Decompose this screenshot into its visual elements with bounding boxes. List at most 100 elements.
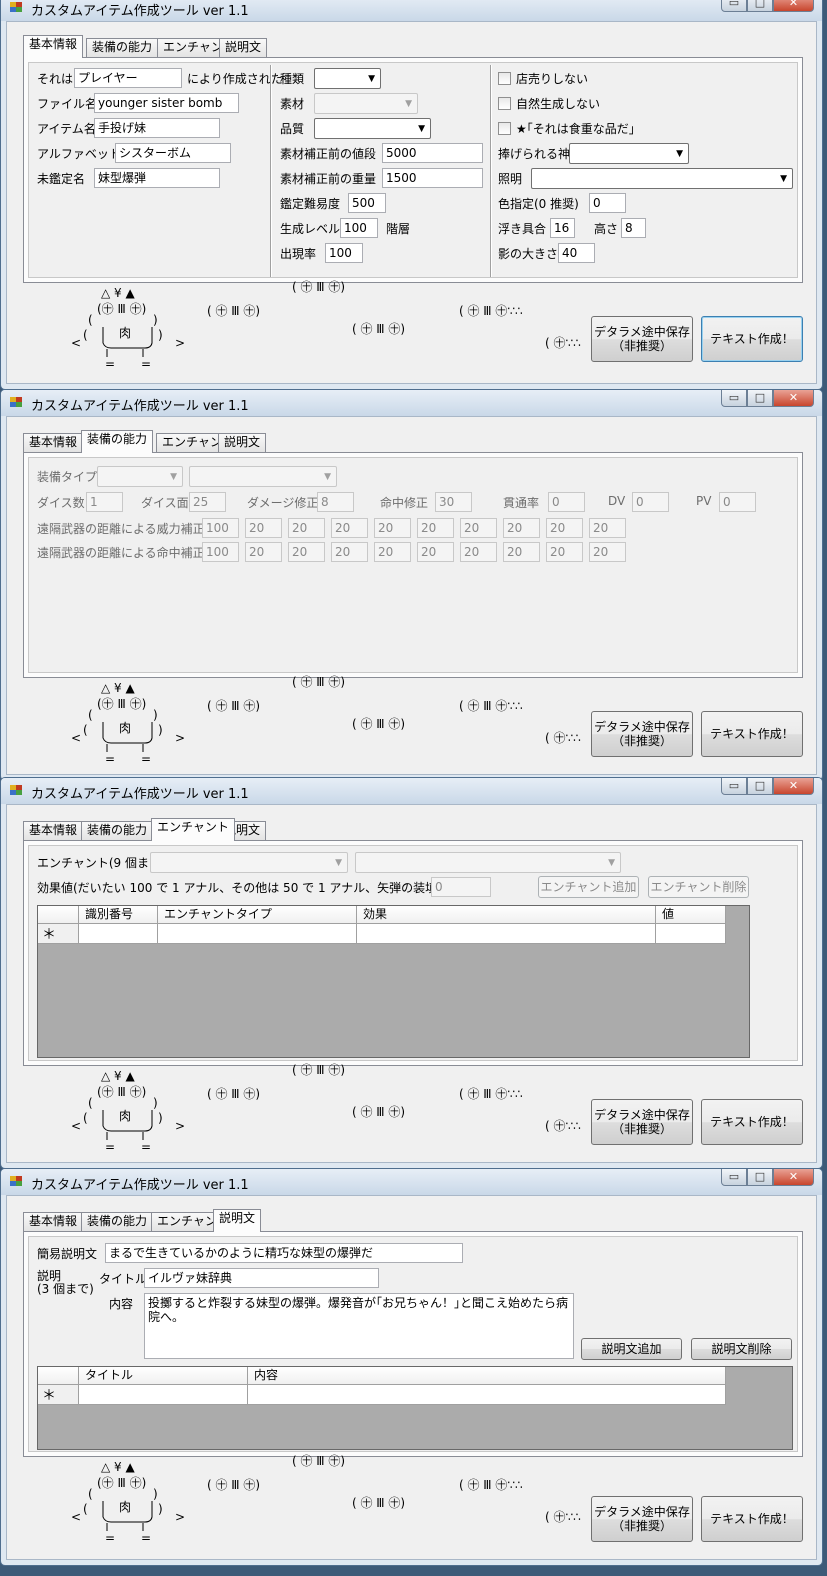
- title-bar[interactable]: カスタムアイテム作成ツール ver 1.1 ▭ □ ✕: [1, 778, 822, 804]
- enchant-grid[interactable]: 識別番号 エンチャントタイプ 効果 値 ＊: [37, 905, 750, 1058]
- god-dropdown[interactable]: ▼: [569, 143, 689, 164]
- range-hit-field[interactable]: 20: [460, 542, 497, 562]
- enchant-delete-button[interactable]: エンチャント削除: [648, 876, 749, 898]
- range-hit-field[interactable]: 20: [546, 542, 583, 562]
- tab-description[interactable]: 説明文: [218, 433, 267, 452]
- description-grid[interactable]: タイトル 内容 ＊: [37, 1366, 793, 1450]
- material-dropdown[interactable]: ▼: [314, 93, 418, 114]
- minimize-icon[interactable]: ▭: [721, 390, 747, 407]
- equip-subtype-dropdown[interactable]: ▼: [189, 466, 337, 487]
- range-power-field[interactable]: 20: [460, 518, 497, 538]
- grid-cell[interactable]: [357, 924, 656, 944]
- tab-basic-info[interactable]: 基本情報: [23, 433, 84, 452]
- range-power-field[interactable]: 20: [374, 518, 411, 538]
- pv-field[interactable]: 0: [719, 492, 756, 512]
- range-hit-field[interactable]: 20: [589, 542, 626, 562]
- range-power-field[interactable]: 20: [417, 518, 454, 538]
- pierce-field[interactable]: 0: [548, 492, 585, 512]
- light-dropdown[interactable]: ▼: [531, 168, 793, 189]
- grid-cell[interactable]: [158, 924, 357, 944]
- equip-type-dropdown[interactable]: ▼: [97, 466, 183, 487]
- tab-enchant[interactable]: エンチャント: [151, 818, 235, 841]
- hit-mod-field[interactable]: 30: [435, 492, 472, 512]
- tab-equip-ability[interactable]: 装備の能力: [81, 430, 154, 453]
- maximize-icon[interactable]: □: [747, 0, 773, 12]
- damage-mod-field[interactable]: 8: [317, 492, 354, 512]
- range-hit-field[interactable]: 20: [245, 542, 282, 562]
- range-power-field[interactable]: 20: [288, 518, 325, 538]
- desc-content-field[interactable]: 投擲すると炸裂する妹型の爆弾。爆発音が｢お兄ちゃん！｣と聞こえ始めたら病院へ。: [144, 1293, 574, 1359]
- tab-equip-ability[interactable]: 装備の能力: [81, 1212, 154, 1231]
- tab-equip-ability[interactable]: 装備の能力: [81, 821, 154, 840]
- no-natural-gen-checkbox[interactable]: 自然生成しない: [498, 95, 600, 112]
- create-text-button[interactable]: テキスト作成！: [701, 1496, 803, 1542]
- filename-field[interactable]: younger sister bomb: [94, 93, 239, 113]
- checkbox-box[interactable]: [498, 122, 511, 135]
- save-midway-button[interactable]: デタラメ途中保存 （非推奨）: [591, 1099, 693, 1145]
- no-shop-checkbox[interactable]: 店売りしない: [498, 70, 588, 87]
- maximize-icon[interactable]: □: [747, 390, 773, 407]
- close-icon[interactable]: ✕: [773, 0, 814, 12]
- create-text-button[interactable]: テキスト作成！: [701, 1099, 803, 1145]
- range-power-field[interactable]: 20: [331, 518, 368, 538]
- title-bar[interactable]: カスタムアイテム作成ツール ver 1.1 ▭ □ ✕: [1, 0, 822, 21]
- range-power-field[interactable]: 100: [202, 518, 239, 538]
- weight-field[interactable]: 1500: [382, 168, 483, 188]
- create-text-button[interactable]: テキスト作成！: [701, 316, 803, 362]
- column-header[interactable]: 内容: [248, 1367, 726, 1385]
- maximize-icon[interactable]: □: [747, 778, 773, 795]
- new-row-marker[interactable]: ＊: [38, 1385, 79, 1405]
- desc-title-field[interactable]: イルヴァ妹辞典: [144, 1268, 379, 1288]
- precious-item-checkbox[interactable]: ★｢それは食重な品だ｣: [498, 120, 635, 137]
- grid-cell[interactable]: [79, 1385, 248, 1405]
- save-midway-button[interactable]: デタラメ途中保存 （非推奨）: [591, 316, 693, 362]
- maximize-icon[interactable]: □: [747, 1169, 773, 1186]
- level-field[interactable]: 100: [340, 218, 378, 238]
- unidentified-name-field[interactable]: 妹型爆弾: [94, 168, 220, 188]
- range-power-field[interactable]: 20: [245, 518, 282, 538]
- grid-cell[interactable]: [248, 1385, 726, 1405]
- create-text-button[interactable]: テキスト作成！: [701, 711, 803, 757]
- color-field[interactable]: 0: [589, 193, 626, 213]
- dice-face-field[interactable]: 25: [189, 492, 226, 512]
- short-desc-field[interactable]: まるで生きているかのように精巧な妹型の爆弾だ: [105, 1243, 463, 1263]
- rate-field[interactable]: 100: [325, 243, 363, 263]
- tab-basic-info[interactable]: 基本情報: [23, 35, 84, 58]
- new-row-marker[interactable]: ＊: [38, 924, 79, 944]
- dice-count-field[interactable]: 1: [86, 492, 123, 512]
- checkbox-box[interactable]: [498, 72, 511, 85]
- kind-dropdown[interactable]: ▼: [314, 68, 381, 89]
- save-midway-button[interactable]: デタラメ途中保存 （非推奨）: [591, 711, 693, 757]
- title-bar[interactable]: カスタムアイテム作成ツール ver 1.1 ▭ □ ✕: [1, 390, 822, 416]
- minimize-icon[interactable]: ▭: [721, 1169, 747, 1186]
- save-midway-button[interactable]: デタラメ途中保存 （非推奨）: [591, 1496, 693, 1542]
- dv-field[interactable]: 0: [632, 492, 669, 512]
- float-field[interactable]: 16: [550, 218, 575, 238]
- close-icon[interactable]: ✕: [773, 778, 814, 795]
- alphabet-name-field[interactable]: シスターボム: [115, 143, 231, 163]
- minimize-icon[interactable]: ▭: [721, 0, 747, 12]
- difficulty-field[interactable]: 500: [348, 193, 386, 213]
- range-power-field[interactable]: 20: [546, 518, 583, 538]
- range-hit-field[interactable]: 20: [288, 542, 325, 562]
- range-hit-field[interactable]: 20: [374, 542, 411, 562]
- price-field[interactable]: 5000: [382, 143, 483, 163]
- range-hit-field[interactable]: 20: [417, 542, 454, 562]
- column-header[interactable]: 識別番号: [79, 906, 158, 924]
- tab-basic-info[interactable]: 基本情報: [23, 1212, 84, 1231]
- author-field[interactable]: プレイヤー: [74, 68, 182, 88]
- range-hit-field[interactable]: 20: [331, 542, 368, 562]
- grid-cell[interactable]: [656, 924, 726, 944]
- desc-delete-button[interactable]: 説明文削除: [691, 1338, 792, 1360]
- checkbox-box[interactable]: [498, 97, 511, 110]
- desc-add-button[interactable]: 説明文追加: [581, 1338, 682, 1360]
- effect-value-field[interactable]: 0: [431, 877, 491, 897]
- height-field[interactable]: 8: [621, 218, 646, 238]
- close-icon[interactable]: ✕: [773, 1169, 814, 1186]
- tab-description[interactable]: 説明文: [219, 38, 268, 57]
- column-header[interactable]: 効果: [357, 906, 656, 924]
- range-hit-field[interactable]: 20: [503, 542, 540, 562]
- tab-basic-info[interactable]: 基本情報: [23, 821, 84, 840]
- enchant-effect-dropdown[interactable]: ▼: [355, 852, 621, 873]
- column-header[interactable]: エンチャントタイプ: [158, 906, 357, 924]
